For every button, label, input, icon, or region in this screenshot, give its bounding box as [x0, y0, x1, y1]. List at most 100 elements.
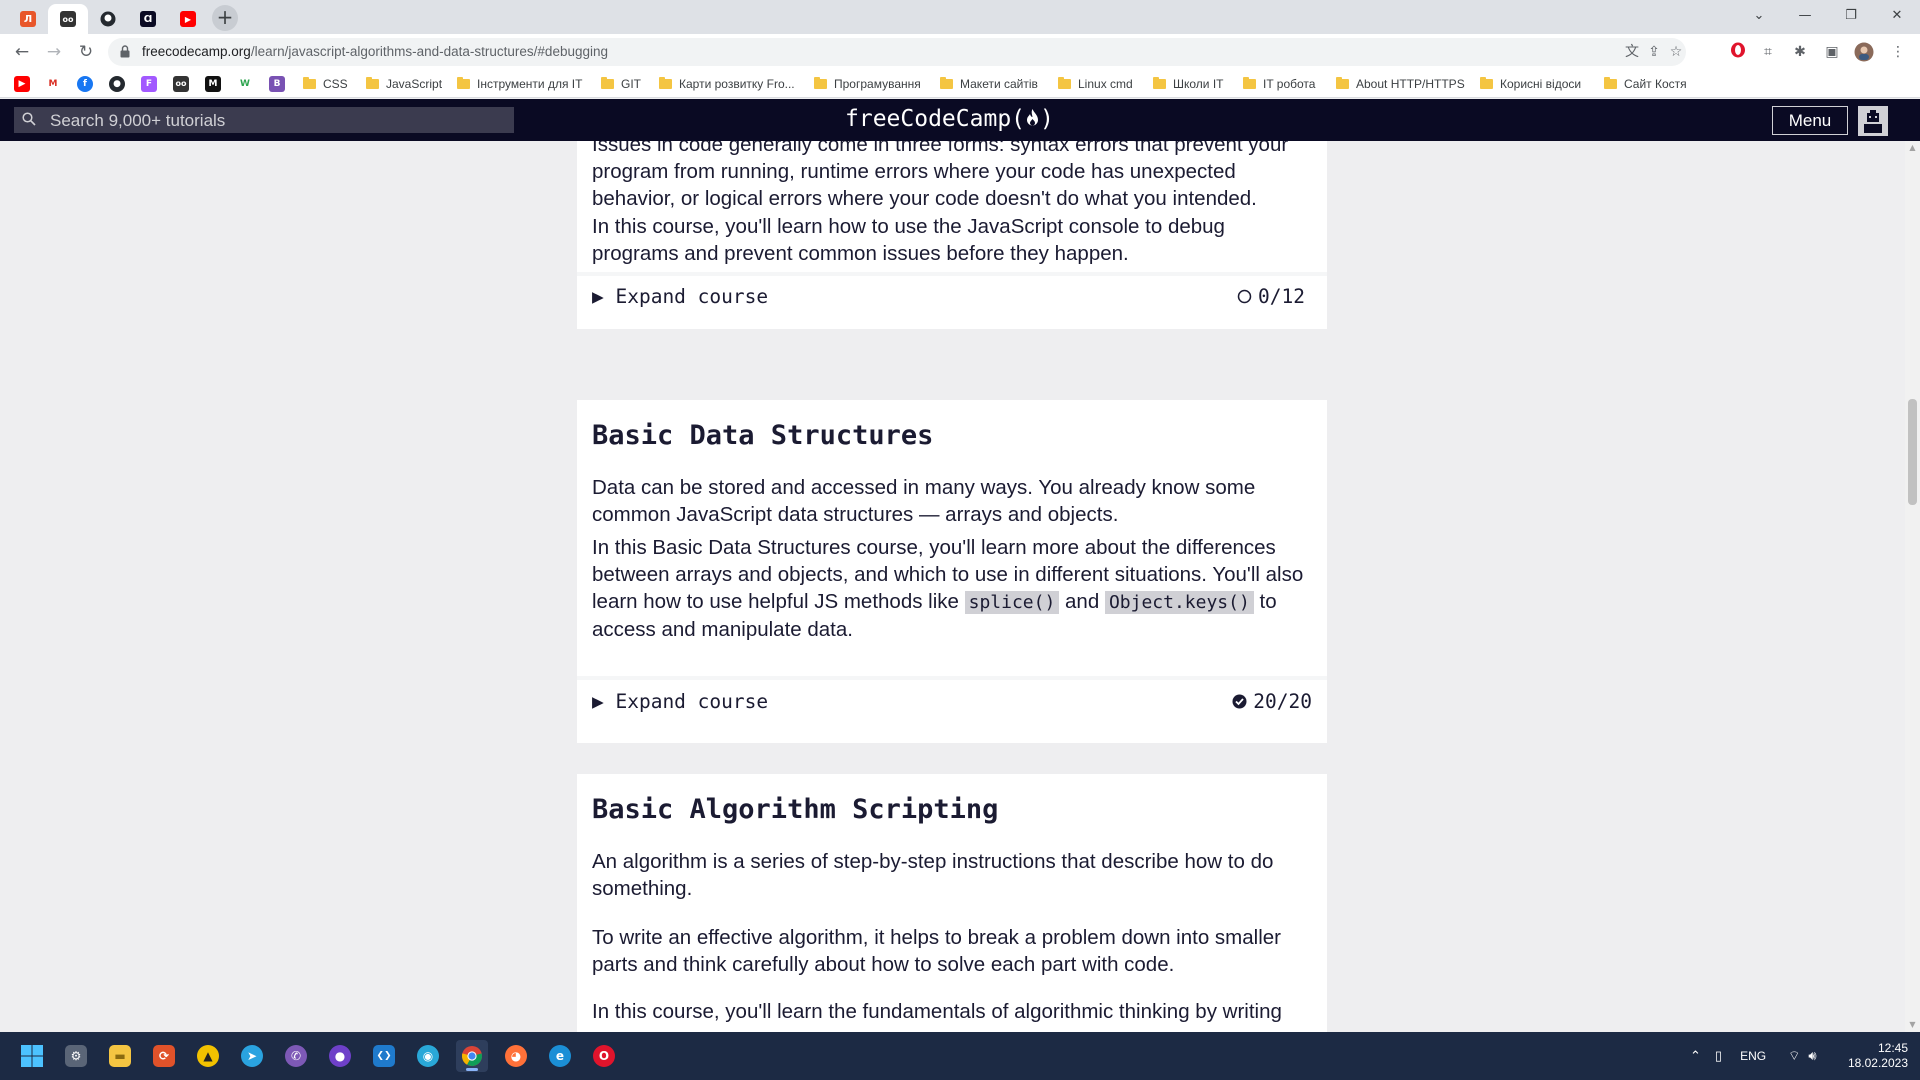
viber-app[interactable]: ✆	[280, 1040, 312, 1072]
tab-search-chevron-icon[interactable]: ⌄	[1736, 0, 1782, 30]
w-bookmark-icon[interactable]: W	[237, 76, 253, 92]
opera-app[interactable]: O	[588, 1040, 620, 1072]
lock-icon	[120, 45, 130, 58]
expand-course-button[interactable]: ▶ Expand course	[592, 690, 768, 713]
reload-button[interactable]: ↻	[74, 40, 98, 64]
menu-button[interactable]: Menu	[1772, 106, 1848, 135]
url-path: /learn/javascript-algorithms-and-data-st…	[250, 44, 608, 59]
vscode-app[interactable]: ❮❯	[368, 1040, 400, 1072]
codewars-bookmark-icon[interactable]: oo	[173, 76, 189, 92]
bookmark-label: CSS	[323, 77, 348, 91]
bookmark-label: IT робота	[1263, 77, 1316, 91]
page-scrollbar[interactable]: ▲ ▼	[1905, 141, 1920, 1032]
bookmark-folder-it-jobs[interactable]: IT робота	[1243, 75, 1315, 93]
clock-time: 12:45	[1877, 1041, 1908, 1055]
app-blue-circle[interactable]: ◉	[412, 1040, 444, 1072]
bookmarks-bar: ▶ M f ● F oo M W B CSS JavaScript Інстру…	[0, 70, 1920, 98]
norton-app[interactable]: ▲	[192, 1040, 224, 1072]
bookmark-folder-layouts[interactable]: Макети сайтів	[940, 75, 1038, 93]
tab-3[interactable]	[88, 4, 128, 34]
system-clock[interactable]: 12:45 18.02.2023	[1838, 1041, 1908, 1071]
avatar-icon	[1864, 110, 1882, 133]
side-panel-icon[interactable]: ▣	[1822, 42, 1842, 62]
bookmark-star-icon[interactable]: ☆	[1666, 42, 1686, 62]
tab-1[interactable]: Л	[8, 4, 48, 34]
bookmark-folder-tools[interactable]: Інструменти для IT	[457, 75, 582, 93]
flame-icon	[1027, 109, 1039, 126]
bookmark-label: Інструменти для IT	[477, 77, 583, 91]
user-avatar[interactable]	[1858, 106, 1888, 136]
browser-menu-icon[interactable]: ⋮	[1888, 42, 1908, 62]
bookmark-folder-programming[interactable]: Програмування	[814, 75, 921, 93]
bookmark-folder-videos[interactable]: Корисні відоси	[1480, 75, 1581, 93]
forward-button[interactable]: →	[42, 40, 66, 64]
search-input[interactable]: Search 9,000+ tutorials	[14, 107, 514, 133]
course-block-basic-algorithm-scripting: Basic Algorithm Scripting An algorithm i…	[577, 774, 1327, 1032]
telegram-app[interactable]: ➤	[236, 1040, 268, 1072]
github-bookmark-icon[interactable]: ●	[109, 76, 125, 92]
folder-icon	[1153, 77, 1166, 89]
opera-extension-icon[interactable]	[1728, 42, 1748, 62]
profile-avatar-icon[interactable]	[1854, 42, 1874, 62]
bookmark-folder-javascript[interactable]: JavaScript	[366, 75, 442, 93]
extensions-puzzle-icon[interactable]: ✱	[1790, 42, 1810, 62]
folder-icon	[1058, 77, 1071, 89]
folder-icon	[659, 77, 672, 89]
share-icon[interactable]: ⇪	[1644, 42, 1664, 62]
folder-icon	[366, 77, 379, 89]
file-explorer-app[interactable]: ▬	[104, 1040, 136, 1072]
firefox-app[interactable]: ◕	[500, 1040, 532, 1072]
bookmark-folder-git[interactable]: GIT	[601, 75, 641, 93]
scroll-up-arrow-icon[interactable]: ▲	[1908, 143, 1917, 152]
restore-button[interactable]: ❐	[1828, 0, 1874, 30]
start-button[interactable]	[16, 1040, 48, 1072]
youtube-bookmark-icon[interactable]: ▶	[14, 76, 30, 92]
usb-device-icon[interactable]: ▯	[1715, 1048, 1722, 1064]
bookmark-folder-http[interactable]: About HTTP/HTTPS	[1336, 75, 1465, 93]
firefox-icon: ◕	[505, 1045, 527, 1067]
tab-4[interactable]: Ɑ	[128, 4, 168, 34]
facebook-bookmark-icon[interactable]: f	[77, 76, 93, 92]
scroll-down-arrow-icon[interactable]: ▼	[1908, 1020, 1917, 1029]
new-tab-button[interactable]: +	[212, 5, 238, 31]
search-placeholder: Search 9,000+ tutorials	[50, 111, 226, 130]
address-bar[interactable]: freecodecamp.org/learn/javascript-algori…	[108, 38, 1686, 66]
fcc-logo-text: freeCodeCamp(	[845, 106, 1026, 132]
system-tray: ⌃ ▯ ENG ⌔ 🔊︎	[1690, 1032, 1817, 1080]
bookmark-folder-linux[interactable]: Linux cmd	[1058, 75, 1133, 93]
wifi-icon[interactable]: ⌔	[1788, 1048, 1800, 1064]
folder-icon	[457, 77, 470, 89]
expand-course-button[interactable]: ▶ Expand course	[592, 285, 768, 308]
tab-2[interactable]: oo	[48, 4, 88, 34]
gmail-bookmark-icon[interactable]: M	[45, 76, 61, 92]
settings-app[interactable]: ⚙	[60, 1040, 92, 1072]
bookmark-folder-schools[interactable]: Школи IT	[1153, 75, 1224, 93]
close-window-button[interactable]: ✕	[1874, 0, 1920, 30]
fcc-logo[interactable]: freeCodeCamp()	[845, 106, 1054, 132]
bootstrap-bookmark-icon[interactable]: B	[269, 76, 285, 92]
folder-icon	[1480, 77, 1493, 89]
bookmark-folder-roadmaps[interactable]: Карти розвитку Fro...	[659, 75, 795, 93]
github-desktop-app[interactable]: ●	[324, 1040, 356, 1072]
bookmark-folder-css[interactable]: CSS	[303, 75, 348, 93]
tray-overflow-chevron-icon[interactable]: ⌃	[1690, 1048, 1701, 1064]
minimize-button[interactable]: —	[1782, 0, 1828, 30]
figma-bookmark-icon[interactable]: F	[141, 76, 157, 92]
translate-icon[interactable]: ⽂	[1622, 42, 1642, 62]
edge-app[interactable]: e	[544, 1040, 576, 1072]
course-block-debugging: Issues in code generally come in three f…	[577, 141, 1327, 329]
course-title[interactable]: Basic Algorithm Scripting	[592, 794, 998, 825]
bookmark-label: JavaScript	[386, 77, 443, 91]
medium-bookmark-icon[interactable]: M	[205, 76, 221, 92]
course-title[interactable]: Basic Data Structures	[592, 420, 933, 451]
input-language[interactable]: ENG	[1740, 1049, 1766, 1063]
scroll-thumb[interactable]	[1908, 399, 1917, 505]
volume-icon[interactable]: 🔊︎	[1808, 1048, 1816, 1064]
bookmark-folder-site[interactable]: Сайт Костя	[1604, 75, 1687, 93]
chrome-app[interactable]	[456, 1040, 488, 1072]
grid-extension-icon[interactable]: ⌗	[1758, 42, 1778, 62]
folder-icon	[601, 77, 614, 89]
back-button[interactable]: ←	[10, 40, 34, 64]
tab-5[interactable]: ▶	[168, 4, 208, 34]
git-app[interactable]: ⟳	[148, 1040, 180, 1072]
